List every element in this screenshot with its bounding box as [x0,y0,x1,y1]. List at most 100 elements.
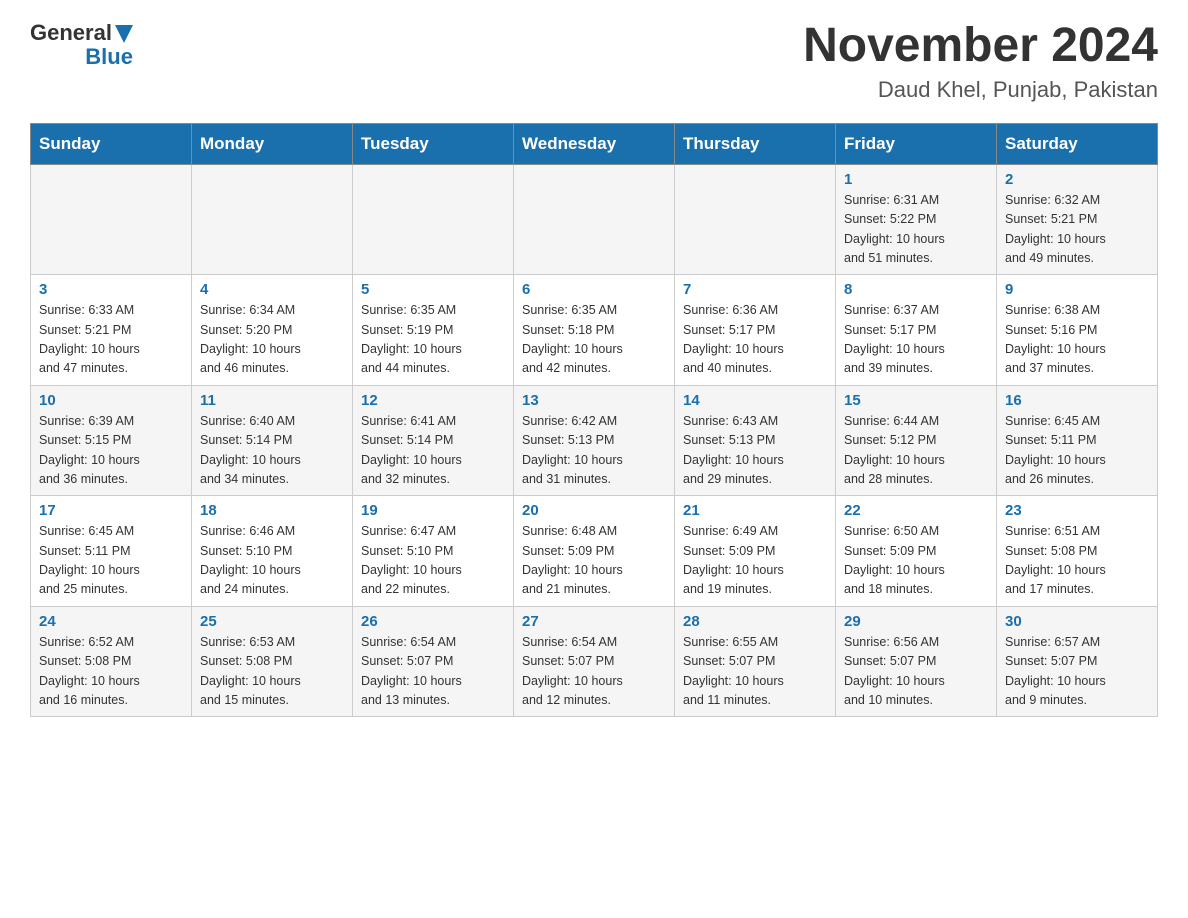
day-number: 14 [683,392,827,409]
calendar-cell: 30 Sunrise: 6:57 AMSunset: 5:07 PMDayligh… [997,606,1158,717]
calendar-cell: 28 Sunrise: 6:55 AMSunset: 5:07 PMDayligh… [675,606,836,717]
day-number: 12 [361,392,505,409]
calendar-cell: 22 Sunrise: 6:50 AMSunset: 5:09 PMDayligh… [836,496,997,607]
calendar-cell: 13 Sunrise: 6:42 AMSunset: 5:13 PMDayligh… [514,385,675,496]
day-info: Sunrise: 6:57 AMSunset: 5:07 PMDaylight:… [1005,633,1149,711]
calendar-day-header: Sunday [31,123,192,164]
day-info: Sunrise: 6:50 AMSunset: 5:09 PMDaylight:… [844,522,988,600]
day-number: 5 [361,281,505,298]
logo-triangle-icon [115,25,133,43]
calendar-day-header: Wednesday [514,123,675,164]
day-info: Sunrise: 6:35 AMSunset: 5:19 PMDaylight:… [361,301,505,379]
calendar-cell: 3 Sunrise: 6:33 AMSunset: 5:21 PMDaylight… [31,275,192,386]
calendar-cell: 29 Sunrise: 6:56 AMSunset: 5:07 PMDayligh… [836,606,997,717]
calendar-table: SundayMondayTuesdayWednesdayThursdayFrid… [30,123,1158,718]
calendar-cell: 6Sunrise: 6:35 AMSunset: 5:18 PMDaylight… [514,275,675,386]
page-header: General Blue November 2024 Daud Khel, Pu… [30,20,1158,103]
day-number: 19 [361,502,505,519]
day-info: Sunrise: 6:42 AMSunset: 5:13 PMDaylight:… [522,412,666,490]
day-info: Sunrise: 6:54 AMSunset: 5:07 PMDaylight:… [361,633,505,711]
day-info: Sunrise: 6:51 AMSunset: 5:08 PMDaylight:… [1005,522,1149,600]
day-info: Sunrise: 6:36 AMSunset: 5:17 PMDaylight:… [683,301,827,379]
day-info: Sunrise: 6:32 AMSunset: 5:21 PMDaylight:… [1005,191,1149,269]
calendar-cell: 19 Sunrise: 6:47 AMSunset: 5:10 PMDayligh… [353,496,514,607]
calendar-cell: 21 Sunrise: 6:49 AMSunset: 5:09 PMDayligh… [675,496,836,607]
day-info: Sunrise: 6:55 AMSunset: 5:07 PMDaylight:… [683,633,827,711]
day-number: 29 [844,613,988,630]
day-number: 16 [1005,392,1149,409]
day-info: Sunrise: 6:44 AMSunset: 5:12 PMDaylight:… [844,412,988,490]
calendar-cell [353,164,514,275]
day-number: 9 [1005,281,1149,298]
day-info: Sunrise: 6:46 AMSunset: 5:10 PMDaylight:… [200,522,344,600]
calendar-header-row: SundayMondayTuesdayWednesdayThursdayFrid… [31,123,1158,164]
calendar-cell: 16 Sunrise: 6:45 AMSunset: 5:11 PMDayligh… [997,385,1158,496]
day-info: Sunrise: 6:41 AMSunset: 5:14 PMDaylight:… [361,412,505,490]
logo: General Blue [30,20,133,70]
location-subtitle: Daud Khel, Punjab, Pakistan [803,77,1158,103]
calendar-week-row: 3 Sunrise: 6:33 AMSunset: 5:21 PMDaylight… [31,275,1158,386]
day-info: Sunrise: 6:56 AMSunset: 5:07 PMDaylight:… [844,633,988,711]
day-info: Sunrise: 6:52 AMSunset: 5:08 PMDaylight:… [39,633,183,711]
day-number: 20 [522,502,666,519]
day-number: 13 [522,392,666,409]
day-info: Sunrise: 6:48 AMSunset: 5:09 PMDaylight:… [522,522,666,600]
day-number: 25 [200,613,344,630]
calendar-cell: 26 Sunrise: 6:54 AMSunset: 5:07 PMDayligh… [353,606,514,717]
day-info: Sunrise: 6:43 AMSunset: 5:13 PMDaylight:… [683,412,827,490]
calendar-week-row: 10Sunrise: 6:39 AMSunset: 5:15 PMDayligh… [31,385,1158,496]
calendar-day-header: Friday [836,123,997,164]
calendar-cell: 24 Sunrise: 6:52 AMSunset: 5:08 PMDayligh… [31,606,192,717]
day-number: 3 [39,281,183,298]
calendar-day-header: Thursday [675,123,836,164]
day-info: Sunrise: 6:37 AMSunset: 5:17 PMDaylight:… [844,301,988,379]
day-number: 21 [683,502,827,519]
calendar-cell: 20 Sunrise: 6:48 AMSunset: 5:09 PMDayligh… [514,496,675,607]
day-number: 11 [200,392,344,409]
day-number: 8 [844,281,988,298]
day-number: 15 [844,392,988,409]
calendar-cell: 8 Sunrise: 6:37 AMSunset: 5:17 PMDaylight… [836,275,997,386]
calendar-day-header: Saturday [997,123,1158,164]
calendar-cell: 10Sunrise: 6:39 AMSunset: 5:15 PMDayligh… [31,385,192,496]
day-number: 28 [683,613,827,630]
calendar-cell: 18 Sunrise: 6:46 AMSunset: 5:10 PMDayligh… [192,496,353,607]
day-info: Sunrise: 6:47 AMSunset: 5:10 PMDaylight:… [361,522,505,600]
day-info: Sunrise: 6:49 AMSunset: 5:09 PMDaylight:… [683,522,827,600]
day-info: Sunrise: 6:40 AMSunset: 5:14 PMDaylight:… [200,412,344,490]
calendar-cell: 27 Sunrise: 6:54 AMSunset: 5:07 PMDayligh… [514,606,675,717]
day-number: 27 [522,613,666,630]
calendar-cell [192,164,353,275]
day-number: 22 [844,502,988,519]
calendar-cell: 1Sunrise: 6:31 AMSunset: 5:22 PMDaylight… [836,164,997,275]
day-number: 30 [1005,613,1149,630]
day-number: 4 [200,281,344,298]
day-number: 24 [39,613,183,630]
calendar-day-header: Tuesday [353,123,514,164]
day-number: 2 [1005,171,1149,188]
day-info: Sunrise: 6:35 AMSunset: 5:18 PMDaylight:… [522,301,666,379]
day-info: Sunrise: 6:45 AMSunset: 5:11 PMDaylight:… [39,522,183,600]
day-number: 1 [844,171,988,188]
title-section: November 2024 Daud Khel, Punjab, Pakista… [803,20,1158,103]
day-info: Sunrise: 6:34 AMSunset: 5:20 PMDaylight:… [200,301,344,379]
day-info: Sunrise: 6:33 AMSunset: 5:21 PMDaylight:… [39,301,183,379]
day-number: 23 [1005,502,1149,519]
day-info: Sunrise: 6:38 AMSunset: 5:16 PMDaylight:… [1005,301,1149,379]
calendar-cell [31,164,192,275]
day-info: Sunrise: 6:54 AMSunset: 5:07 PMDaylight:… [522,633,666,711]
calendar-cell: 4 Sunrise: 6:34 AMSunset: 5:20 PMDaylight… [192,275,353,386]
calendar-cell: 11 Sunrise: 6:40 AMSunset: 5:14 PMDayligh… [192,385,353,496]
day-number: 17 [39,502,183,519]
calendar-cell: 17 Sunrise: 6:45 AMSunset: 5:11 PMDayligh… [31,496,192,607]
day-info: Sunrise: 6:45 AMSunset: 5:11 PMDaylight:… [1005,412,1149,490]
day-number: 7 [683,281,827,298]
calendar-cell: 23 Sunrise: 6:51 AMSunset: 5:08 PMDayligh… [997,496,1158,607]
calendar-cell: 7 Sunrise: 6:36 AMSunset: 5:17 PMDaylight… [675,275,836,386]
calendar-cell [675,164,836,275]
calendar-cell: 12 Sunrise: 6:41 AMSunset: 5:14 PMDayligh… [353,385,514,496]
calendar-cell: 15 Sunrise: 6:44 AMSunset: 5:12 PMDayligh… [836,385,997,496]
day-number: 26 [361,613,505,630]
calendar-week-row: 1Sunrise: 6:31 AMSunset: 5:22 PMDaylight… [31,164,1158,275]
day-number: 18 [200,502,344,519]
